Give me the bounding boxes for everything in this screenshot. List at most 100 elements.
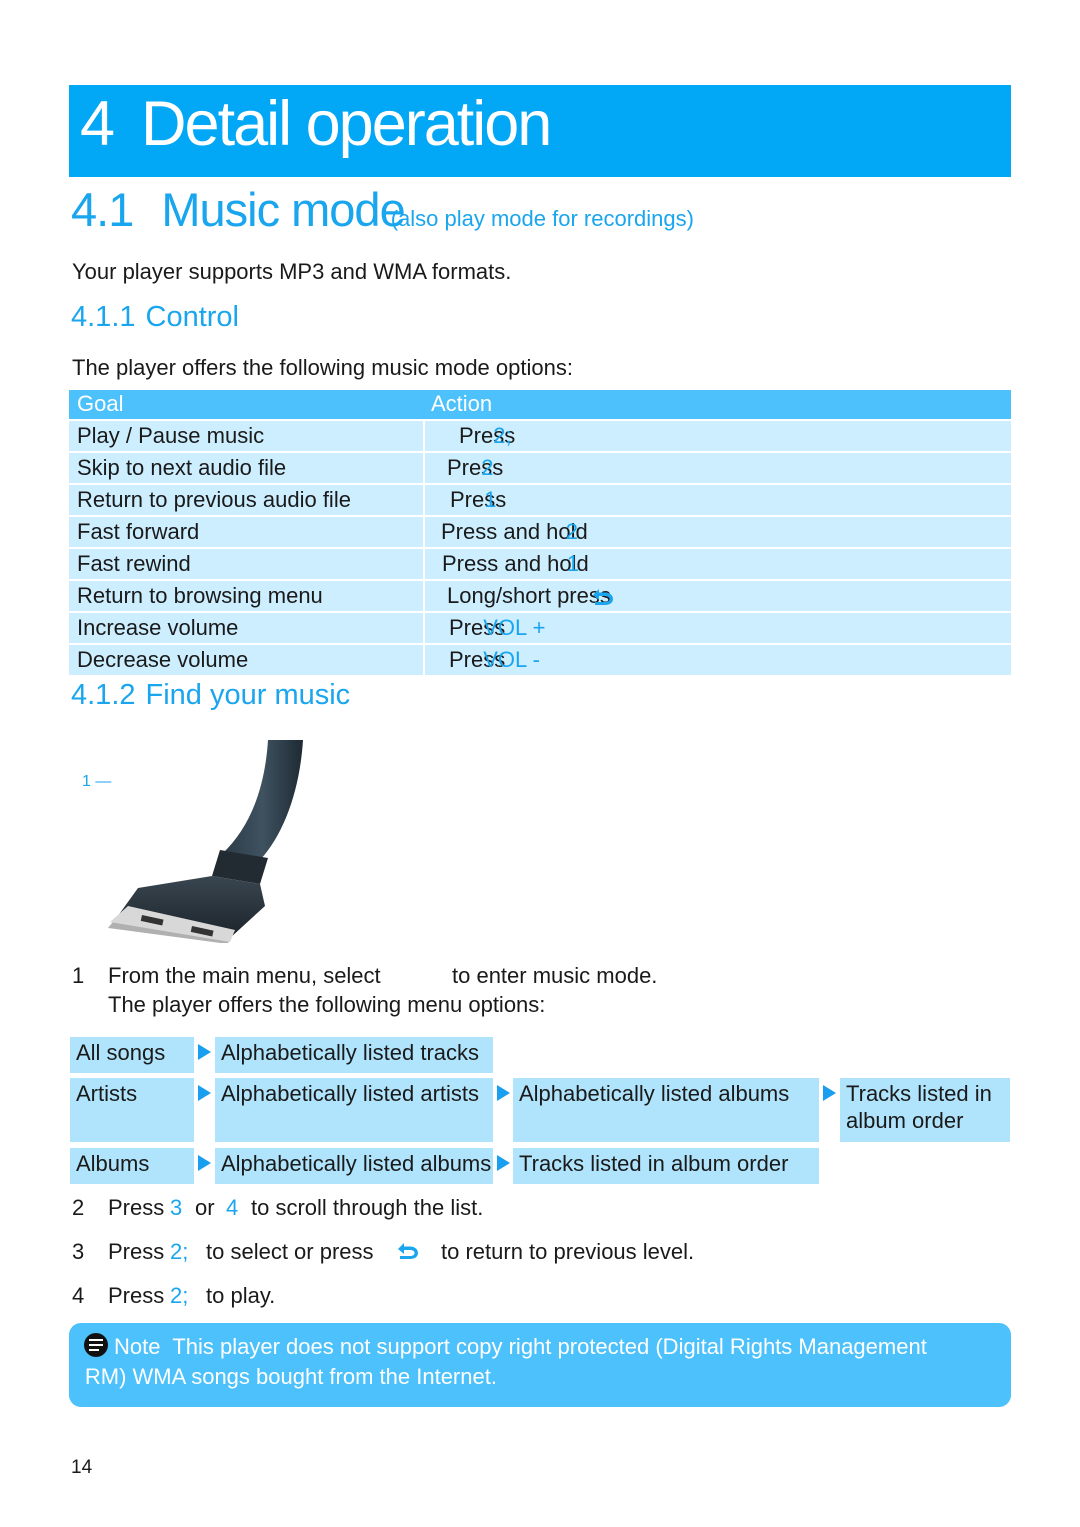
arrow-right-icon <box>497 1085 510 1101</box>
note-text: Note This player does not support copy r… <box>84 1332 1014 1392</box>
goal-cell: Decrease volume <box>69 645 423 675</box>
control-heading-number: 4.1.1 <box>71 301 136 333</box>
key-glyph: 2 <box>565 519 579 544</box>
action-cell: Press and hold1 <box>425 549 1011 579</box>
step-2-text-c: to scroll through the list. <box>251 1195 484 1220</box>
menu-artists: Artists <box>70 1078 194 1142</box>
goal-cell: Fast forward <box>69 517 423 547</box>
menu-all-songs: All songs <box>70 1037 194 1073</box>
arrow-right-icon <box>497 1155 510 1171</box>
action-cell: Press2 <box>425 453 1011 483</box>
action-cell: PressVOL - <box>425 645 1011 675</box>
menu-artists-level1: Alphabetically listed artists <box>215 1078 493 1142</box>
action-text: Press <box>450 487 507 512</box>
table-row: Return to previous audio file Press1 <box>69 485 1011 515</box>
key-glyph: 2; <box>493 423 512 448</box>
menu-artists-level2: Alphabetically listed albums <box>513 1078 819 1142</box>
step-number: 3 <box>72 1239 85 1264</box>
chapter-number: 4 <box>80 89 115 159</box>
step-number: 2 <box>72 1195 85 1220</box>
chapter-title-text: Detail operation <box>141 89 552 159</box>
scroll-down-key: 4 <box>226 1195 239 1220</box>
action-cell: Press1 <box>425 485 1011 515</box>
menu-albums-level2: Tracks listed in album order <box>513 1148 819 1184</box>
note-line-1: This player does not support copy right … <box>172 1334 927 1359</box>
step-1-text-a: From the main menu, select <box>108 963 381 988</box>
section-title: 4.1 Music mode(also play mode for recordi… <box>71 182 694 237</box>
header-goal: Goal <box>77 391 124 416</box>
table-row: Fast rewind Press and hold1 <box>69 549 1011 579</box>
step-1-line-2: The player offers the following menu opt… <box>108 992 546 1017</box>
step-3-text-b: to select or press <box>206 1239 374 1264</box>
play-key: 2; <box>170 1239 189 1264</box>
control-heading: 4.1.1 Control <box>71 301 239 334</box>
table-row: Skip to next audio file Press2 <box>69 453 1011 483</box>
action-cell: Long/short press <box>425 581 1011 611</box>
image-callout-number: 1 <box>82 773 91 790</box>
goal-cell: Play / Pause music <box>69 421 423 451</box>
goal-cell: Fast rewind <box>69 549 423 579</box>
step-3-text-c: to return to previous level. <box>441 1239 695 1264</box>
action-cell: Press2; <box>425 421 1011 451</box>
goal-cell: Increase volume <box>69 613 423 643</box>
play-key: 2; <box>170 1283 189 1308</box>
control-table-header: Goal Action <box>69 390 1011 419</box>
menu-artists-level3: Tracks listed in album order <box>840 1078 1010 1142</box>
control-heading-text: Control <box>145 301 240 333</box>
table-row: Decrease volume PressVOL - <box>69 645 1011 675</box>
arrow-right-icon <box>198 1044 211 1060</box>
step-1: 1 From the main menu, select to enter mu… <box>72 963 657 989</box>
goal-cell: Return to browsing menu <box>69 581 423 611</box>
find-heading-text: Find your music <box>145 679 351 711</box>
step-2-text-a: Press <box>108 1195 165 1220</box>
table-row: Play / Pause music Press2; <box>69 421 1011 451</box>
goal-cell: Skip to next audio file <box>69 453 423 483</box>
menu-albums-level1: Alphabetically listed albums <box>215 1148 493 1184</box>
step-4-text-a: Press <box>108 1283 165 1308</box>
menu-albums: Albums <box>70 1148 194 1184</box>
header-action: Action <box>431 391 493 416</box>
table-row: Increase volume PressVOL + <box>69 613 1011 643</box>
section-number: 4.1 <box>71 183 134 236</box>
step-4: 4 Press 2; to play. <box>72 1283 275 1309</box>
note-label: Note <box>114 1334 161 1359</box>
table-row: Return to browsing menu Long/short press <box>69 581 1011 611</box>
control-table: Goal Action Play / Pause music Press2; Ski… <box>69 390 1011 675</box>
scroll-up-key: 3 <box>170 1195 183 1220</box>
goal-cell: Return to previous audio file <box>69 485 423 515</box>
section-title-text: Music mode <box>161 183 405 236</box>
action-cell: PressVOL + <box>425 613 1011 643</box>
step-number: 4 <box>72 1283 85 1308</box>
chapter-title: 4 Detail operation <box>80 88 552 160</box>
action-text: Press <box>447 455 504 480</box>
step-3: 3 Press 2; to select or press to return … <box>72 1239 694 1265</box>
key-glyph: 2 <box>481 455 494 480</box>
key-glyph: VOL - <box>483 647 540 672</box>
find-heading: 4.1.2 Find your music <box>71 679 350 712</box>
intro-text: Your player supports MP3 and WMA formats… <box>72 259 512 284</box>
section-subtitle: (also play mode for recordings) <box>390 206 694 231</box>
action-cell: Press and hold2 <box>425 517 1011 547</box>
table-row: Fast forward Press and hold2 <box>69 517 1011 547</box>
arrow-right-icon <box>198 1155 211 1171</box>
step-4-text-c: to play. <box>206 1283 276 1308</box>
step-number: 1 <box>72 963 85 988</box>
menu-all-songs-level1: Alphabetically listed tracks <box>215 1037 493 1073</box>
step-2: 2 Press 3 or 4 to scroll through the lis… <box>72 1195 483 1221</box>
key-glyph: 1 <box>484 487 497 512</box>
usb-connector-icon <box>100 738 310 944</box>
back-icon <box>592 589 613 606</box>
arrow-right-icon <box>198 1085 211 1101</box>
key-glyph: 1 <box>566 551 580 576</box>
action-text: Long/short press <box>447 583 611 608</box>
step-2-text-or: or <box>195 1195 215 1220</box>
note-icon <box>84 1333 108 1357</box>
find-heading-number: 4.1.2 <box>71 679 136 711</box>
key-glyph: VOL + <box>483 615 546 640</box>
step-1-text-b: to enter music mode. <box>452 963 658 988</box>
back-icon <box>398 1243 418 1259</box>
control-lead: The player offers the following music mo… <box>72 355 573 380</box>
page-number: 14 <box>71 1457 93 1478</box>
step-3-text-a: Press <box>108 1239 165 1264</box>
arrow-right-icon <box>823 1085 836 1101</box>
